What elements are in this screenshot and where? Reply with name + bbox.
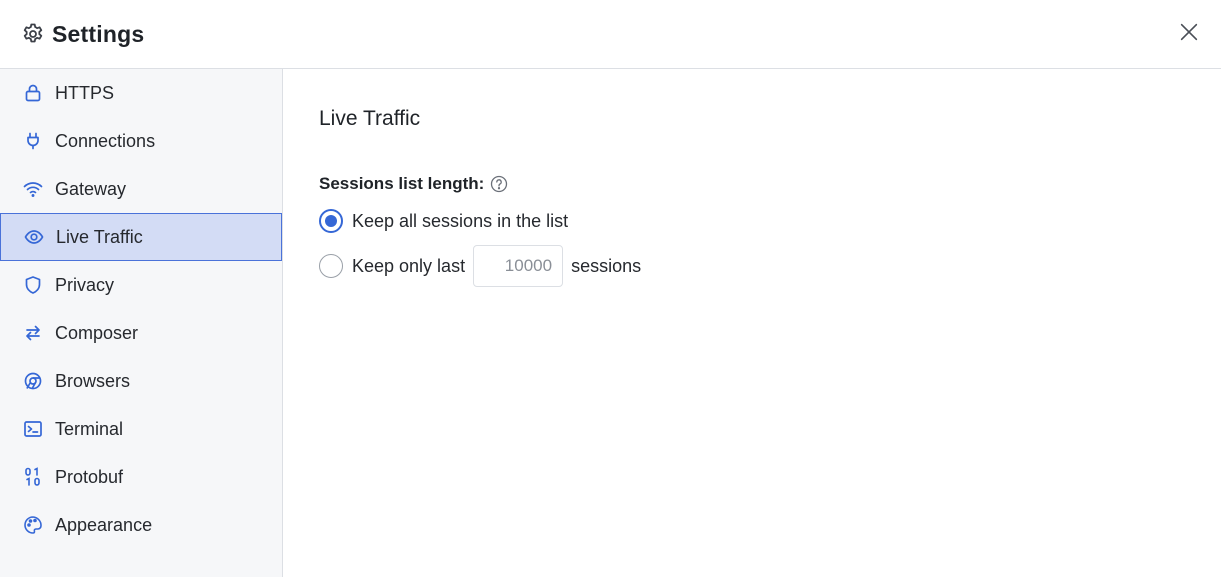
sidebar-item-label: Appearance xyxy=(55,514,153,535)
sidebar-item-label: Terminal xyxy=(55,418,124,439)
section-title: Live Traffic xyxy=(319,107,421,130)
keep-last-prefix: Keep only last xyxy=(352,255,466,276)
browser-icon xyxy=(23,371,43,391)
sidebar-item-live-traffic[interactable]: Live Traffic xyxy=(0,213,282,261)
close-button[interactable] xyxy=(1177,20,1201,44)
settings-content: Live Traffic Sessions list length: Keep … xyxy=(284,69,1221,577)
lock-icon xyxy=(23,83,43,103)
sidebar-item-label: Gateway xyxy=(55,178,127,199)
keep-all-radio[interactable] xyxy=(319,209,343,233)
arrows-exchange-icon xyxy=(23,323,43,343)
keep-all-label: Keep all sessions in the list xyxy=(352,210,569,231)
sidebar-item-https[interactable]: HTTPS xyxy=(0,69,282,117)
sidebar-item-label: Privacy xyxy=(55,274,115,295)
binary-icon xyxy=(23,467,43,487)
keep-last-radio[interactable] xyxy=(319,254,343,278)
sidebar-item-browsers[interactable]: Browsers xyxy=(0,357,282,405)
sidebar-item-appearance[interactable]: Appearance xyxy=(0,501,282,549)
sidebar-item-label: Composer xyxy=(55,322,139,343)
settings-sidebar: HTTPS Connections Gateway Live Traffic P… xyxy=(0,69,283,577)
gear-icon xyxy=(21,22,45,46)
sidebar-item-label: Live Traffic xyxy=(56,226,143,247)
sidebar-item-protobuf[interactable]: Protobuf xyxy=(0,453,282,501)
close-icon xyxy=(1178,21,1200,43)
sidebar-item-composer[interactable]: Composer xyxy=(0,309,282,357)
question-circle-icon[interactable] xyxy=(490,175,508,193)
terminal-icon xyxy=(23,419,43,439)
plug-icon xyxy=(23,131,43,151)
eye-icon xyxy=(24,227,44,247)
option-keep-last-row[interactable]: Keep only last sessions xyxy=(319,245,641,287)
wifi-icon xyxy=(23,179,43,199)
palette-icon xyxy=(23,515,43,535)
sidebar-item-label: Connections xyxy=(55,130,156,151)
sessions-list-length-label: Sessions list length: xyxy=(319,174,508,194)
sidebar-item-label: Protobuf xyxy=(55,466,124,487)
page-title: Settings xyxy=(52,20,145,47)
option-keep-all-row[interactable]: Keep all sessions in the list xyxy=(319,209,568,233)
session-count-input[interactable] xyxy=(473,245,564,287)
sidebar-item-connections[interactable]: Connections xyxy=(0,117,282,165)
sidebar-item-gateway[interactable]: Gateway xyxy=(0,165,282,213)
sidebar-item-label: HTTPS xyxy=(55,82,115,103)
keep-last-suffix: sessions xyxy=(571,255,642,276)
sidebar-item-label: Browsers xyxy=(55,370,131,391)
shield-icon xyxy=(23,275,43,295)
sidebar-item-privacy[interactable]: Privacy xyxy=(0,261,282,309)
sessions-label-text: Sessions list length: xyxy=(319,174,485,193)
sidebar-item-terminal[interactable]: Terminal xyxy=(0,405,282,453)
settings-header: Settings xyxy=(0,0,1221,69)
